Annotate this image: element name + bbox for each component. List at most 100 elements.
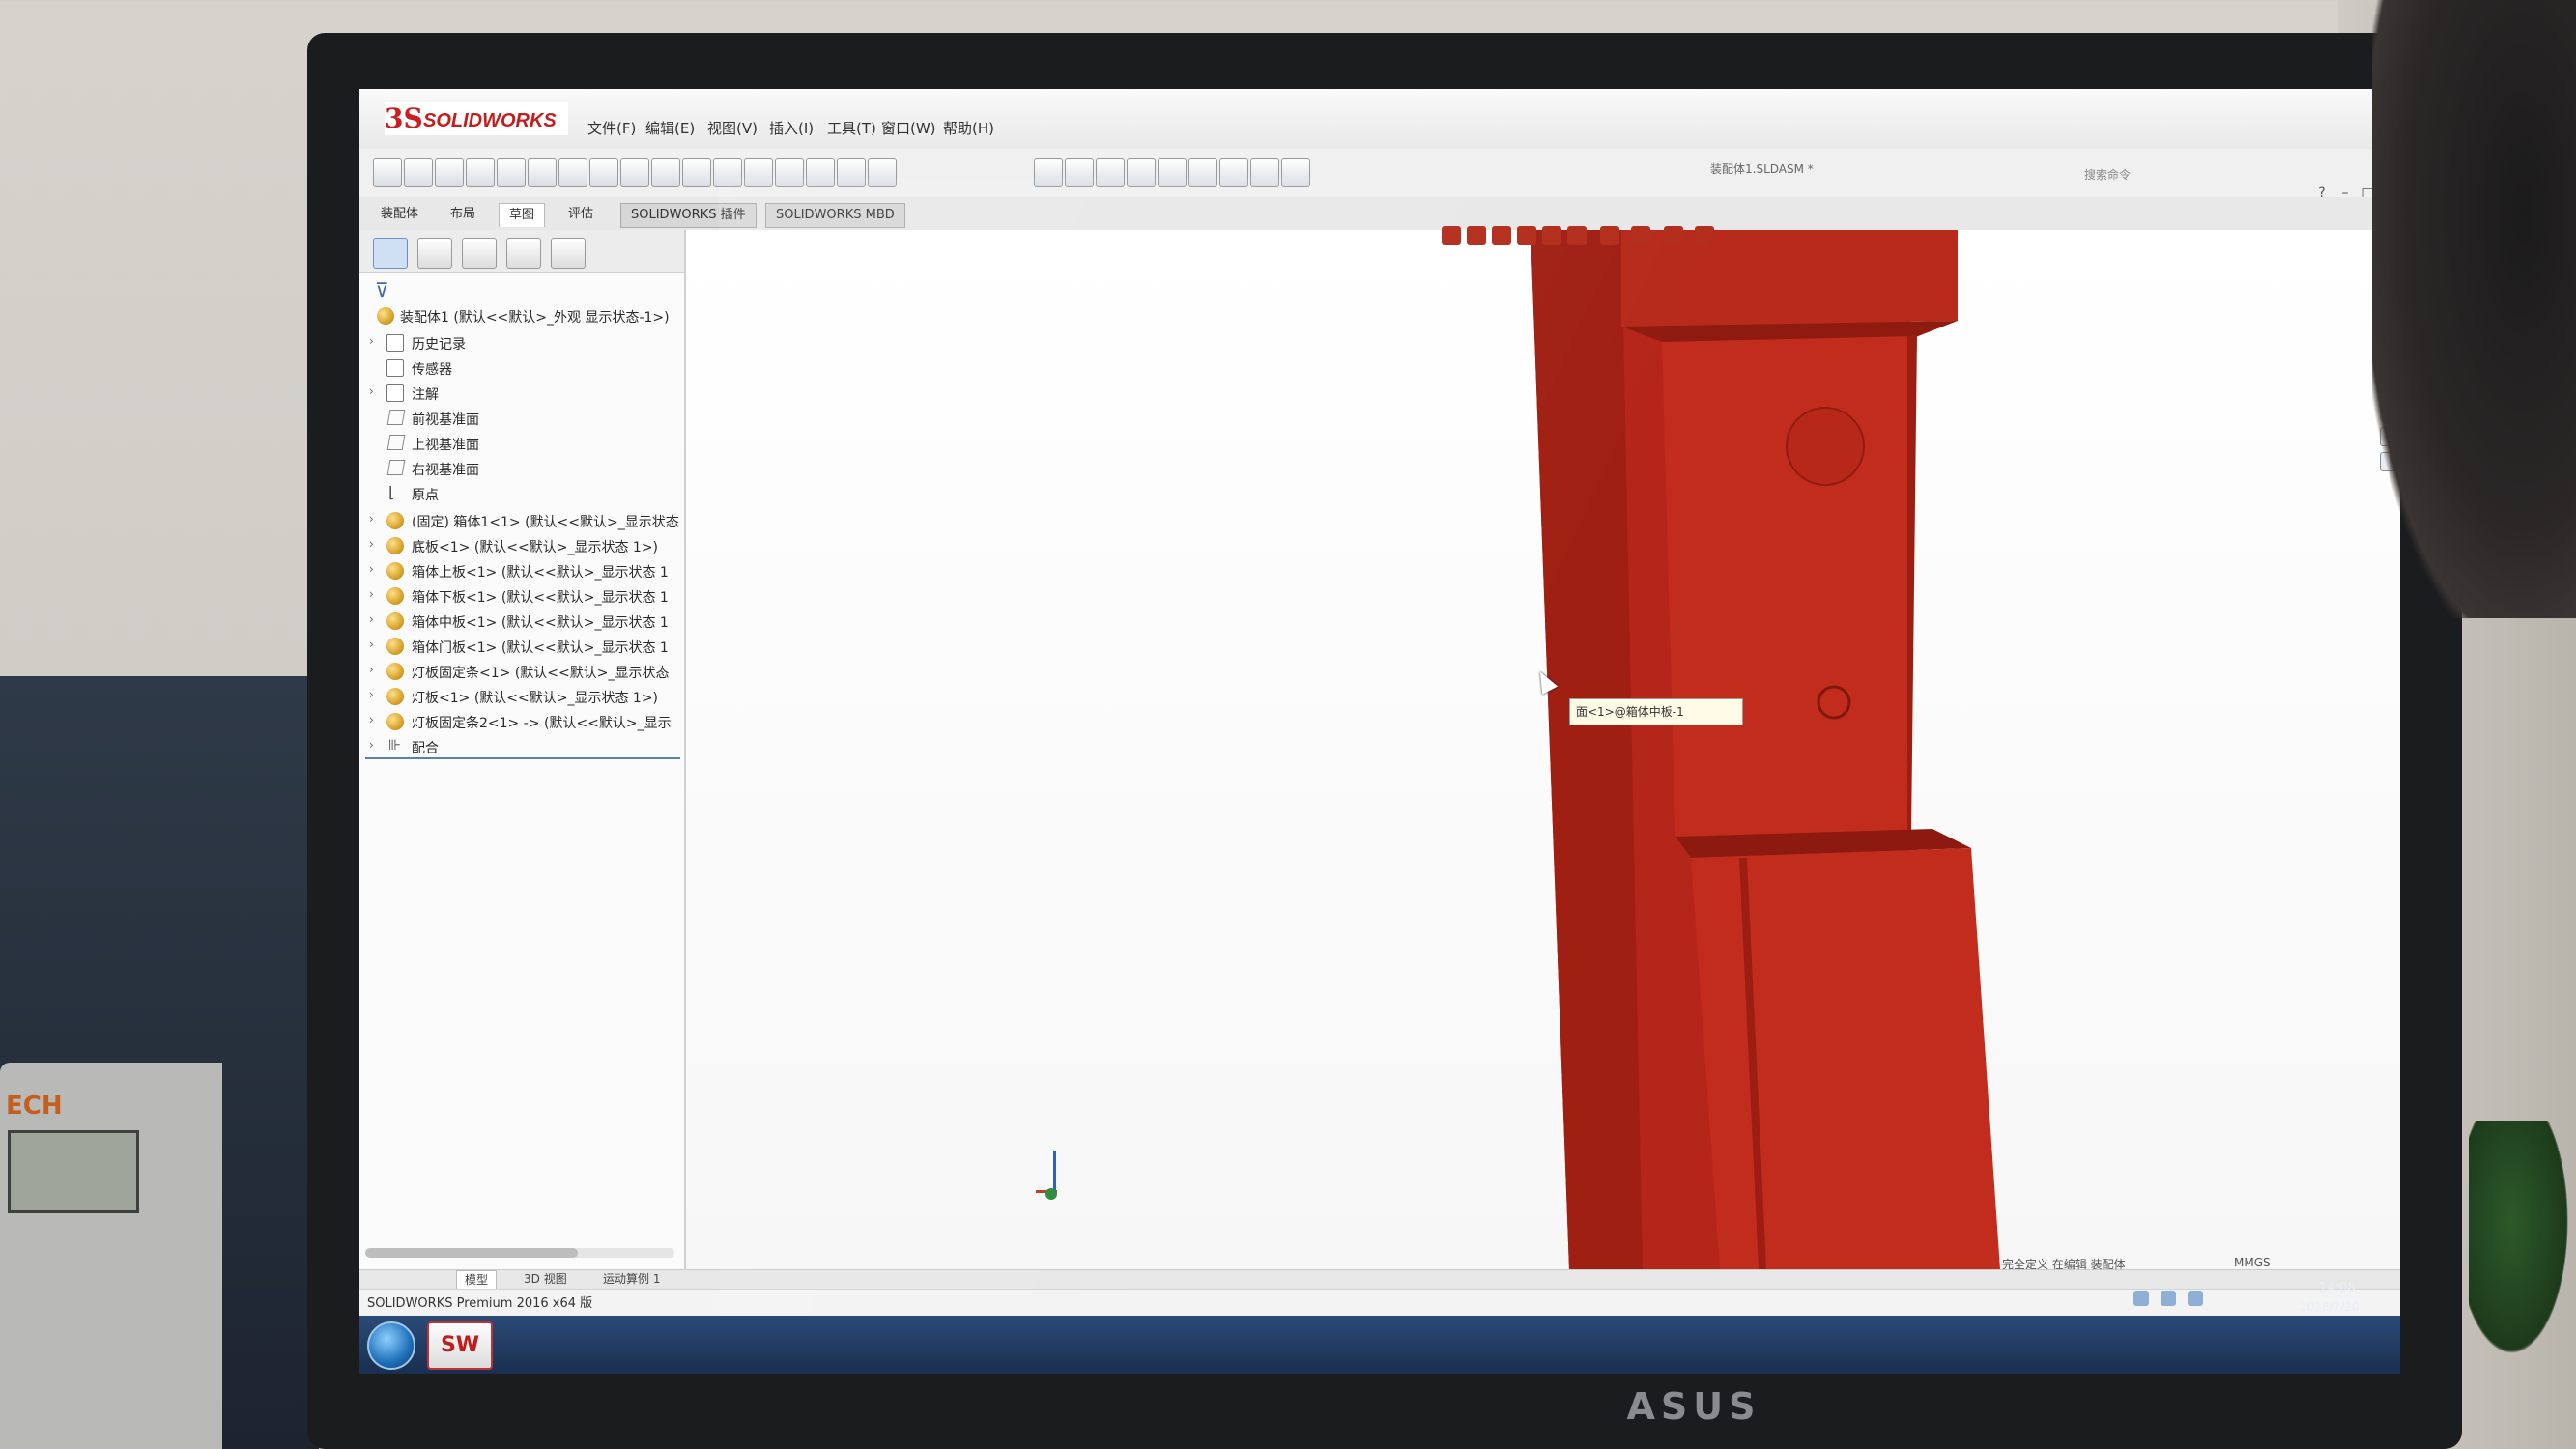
tree-item-label: 历史记录 [412, 337, 466, 353]
dimxpert-icon[interactable] [506, 238, 541, 269]
section-view-icon[interactable] [1517, 226, 1536, 245]
view-settings-icon[interactable] [1695, 226, 1714, 245]
triad-z-axis [1045, 1188, 1057, 1200]
previous-view-icon[interactable] [1492, 226, 1511, 245]
tree-item-label: 灯板<1> (默认<<默认>_显示状态 1>) [412, 691, 659, 706]
tree-item-label: 前视基准面 [412, 412, 479, 428]
tree-item-label: 箱体中板<1> (默认<<默认>_显示状态 1 [412, 615, 669, 631]
filter-icon[interactable]: ⊽ [375, 278, 389, 301]
explode-line-sketch-icon[interactable] [775, 158, 804, 187]
update-speedpak-icon[interactable] [837, 158, 866, 187]
tab-solidworks-addins[interactable]: SOLIDWORKS 插件 [620, 203, 757, 228]
assembly-features-icon[interactable] [620, 158, 649, 187]
expand-arrow-icon[interactable]: › [369, 587, 374, 601]
select-tool-icon[interactable] [373, 158, 402, 187]
menu-window[interactable]: 窗口(W) [881, 118, 936, 138]
bill-of-materials-icon[interactable] [713, 158, 742, 187]
menu-view[interactable]: 视图(V) [707, 118, 758, 138]
tree-item-label: 传感器 [412, 362, 452, 378]
select-icon[interactable] [1188, 158, 1217, 187]
options-icon[interactable] [1250, 158, 1279, 187]
clock-time[interactable]: 14:08 [2319, 1281, 2355, 1295]
hide-show-items-icon[interactable] [1600, 226, 1619, 245]
solidworks-taskbar-icon[interactable]: SW [427, 1321, 493, 1370]
tree-item-label: 箱体下板<1> (默认<<默认>_显示状态 1 [412, 590, 669, 606]
expand-arrow-icon[interactable]: › [369, 638, 374, 651]
component-preview-icon[interactable] [466, 158, 495, 187]
menu-edit[interactable]: 编辑(E) [645, 118, 695, 138]
property-manager-icon[interactable] [417, 238, 452, 269]
menu-tools[interactable]: 工具(T) [827, 118, 876, 138]
expand-arrow-icon[interactable]: › [369, 537, 374, 551]
display-style-icon[interactable] [1567, 226, 1587, 245]
document-title: 装配体1.SLDASM * [1710, 162, 1814, 176]
view-orientation-icon[interactable] [1542, 226, 1561, 245]
expand-arrow-icon[interactable]: › [369, 688, 374, 701]
upper-door-panel [1662, 336, 1913, 837]
edit-appearance-icon[interactable] [1631, 226, 1650, 245]
status-text: 完全定义 在编辑 装配体 [2002, 1258, 2126, 1271]
status-bar [359, 1289, 2400, 1316]
menu-file[interactable]: 文件(F) [587, 118, 636, 138]
display-manager-icon[interactable] [551, 238, 586, 269]
show-hidden-icon[interactable] [589, 158, 618, 187]
apply-scene-icon[interactable] [1664, 226, 1683, 245]
search-input[interactable]: 搜索命令 [2084, 166, 2229, 187]
new-motion-study-icon[interactable] [682, 158, 711, 187]
tab-sketch[interactable]: 草图 [499, 203, 546, 227]
save-icon[interactable] [1096, 158, 1125, 187]
zoom-to-fit-icon[interactable] [1442, 226, 1461, 245]
app-logo[interactable]: 3S SOLIDWORKS [385, 102, 568, 135]
graphics-area[interactable] [686, 230, 2400, 1269]
linear-pattern-icon[interactable] [497, 158, 526, 187]
expand-arrow-icon[interactable]: › [369, 334, 374, 348]
new-icon[interactable] [1034, 158, 1063, 187]
tab-motion-study[interactable]: 运动算例 1 [595, 1270, 668, 1288]
feature-tree-icon[interactable] [373, 238, 408, 269]
expand-arrow-icon[interactable]: › [369, 512, 374, 526]
tab-solidworks-mbd[interactable]: SOLIDWORKS MBD [765, 203, 905, 228]
tab-model[interactable]: 模型 [456, 1270, 498, 1290]
rollback-bar[interactable] [365, 757, 680, 759]
expand-arrow-icon[interactable]: › [369, 738, 374, 752]
zoom-area-icon[interactable] [1467, 226, 1486, 245]
menu-help[interactable]: 帮助(H) [943, 118, 994, 138]
mate-icon[interactable] [435, 158, 464, 187]
tab-layout[interactable]: 布局 [441, 203, 485, 226]
model-viewport[interactable] [686, 230, 2400, 1269]
expand-arrow-icon[interactable]: › [369, 384, 374, 398]
tab-evaluate[interactable]: 评估 [558, 203, 603, 226]
insert-component-icon[interactable] [404, 158, 433, 187]
smart-fasteners-icon[interactable] [528, 158, 557, 187]
tab-3d-views[interactable]: 3D 视图 [516, 1270, 575, 1288]
undo-icon[interactable] [1158, 158, 1187, 187]
open-icon[interactable] [1065, 158, 1094, 187]
move-component-icon[interactable] [558, 158, 587, 187]
volume-icon[interactable] [2161, 1291, 2176, 1306]
scrollbar-thumb[interactable] [365, 1248, 578, 1258]
tab-assembly[interactable]: 装配体 [371, 203, 428, 226]
print-icon[interactable] [1127, 158, 1156, 187]
expand-arrow-icon[interactable]: › [369, 612, 374, 626]
reference-geometry-icon[interactable] [651, 158, 680, 187]
expand-arrow-icon[interactable]: › [369, 663, 374, 676]
take-snapshot-icon[interactable] [868, 158, 897, 187]
expand-arrow-icon[interactable]: › [369, 713, 374, 726]
gear-icon[interactable] [1281, 158, 1310, 187]
clock-date[interactable]: 2018/7/20 [2300, 1300, 2360, 1314]
tree-item-label: 右视基准面 [412, 463, 479, 478]
tree-root-label: 装配体1 (默认<<默认>_外观 显示状态-1>) [400, 310, 670, 326]
plane-icon [386, 410, 406, 425]
action-center-icon[interactable] [2188, 1291, 2203, 1306]
windows-start-icon[interactable] [367, 1321, 415, 1370]
exploded-view-icon[interactable] [744, 158, 773, 187]
configuration-manager-icon[interactable] [462, 238, 497, 269]
tree-item-label: 箱体上板<1> (默认<<默认>_显示状态 1 [412, 565, 669, 581]
expand-arrow-icon[interactable]: › [369, 562, 374, 576]
menu-insert[interactable]: 插入(I) [769, 118, 814, 138]
instant3d-icon[interactable] [806, 158, 835, 187]
network-icon[interactable] [2133, 1291, 2149, 1306]
units-selector[interactable]: MMGS [2234, 1256, 2271, 1269]
part-icon [386, 713, 404, 730]
rebuild-icon[interactable] [1219, 158, 1248, 187]
